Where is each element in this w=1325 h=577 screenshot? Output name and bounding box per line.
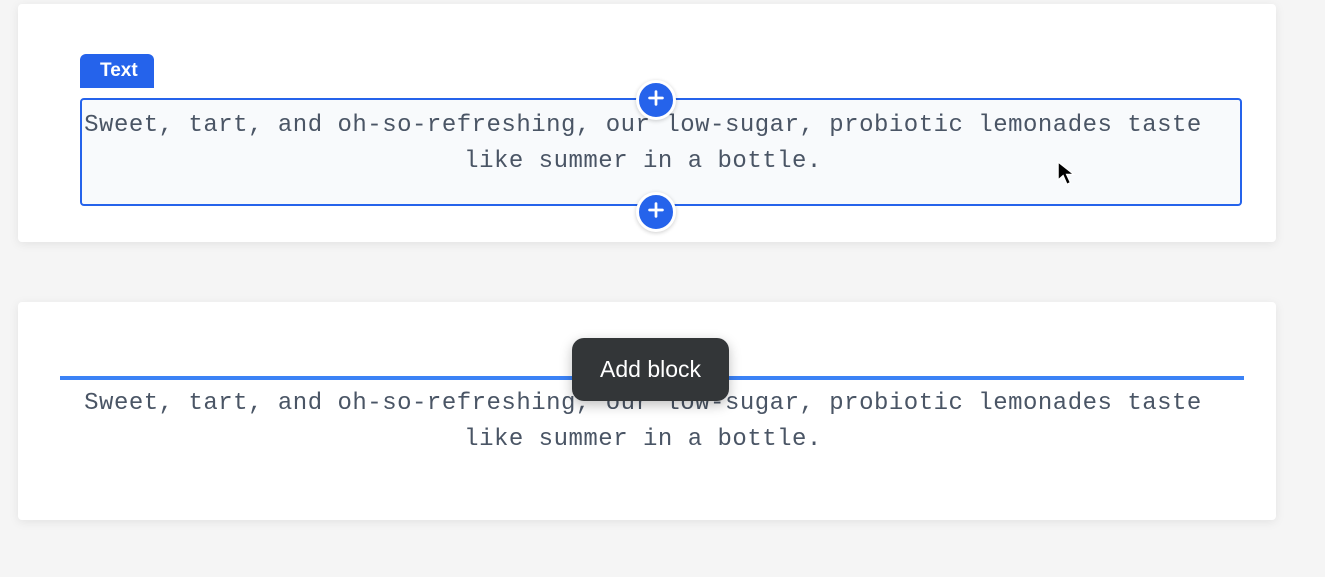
block-type-label: Text <box>100 60 138 82</box>
text-block-content[interactable]: Sweet, tart, and oh-so-refreshing, our l… <box>62 108 1224 180</box>
add-block-before-button[interactable] <box>636 80 676 120</box>
add-block-tooltip: Add block <box>572 338 729 401</box>
plus-icon <box>645 199 667 226</box>
add-block-after-button[interactable] <box>636 192 676 232</box>
tooltip-label: Add block <box>600 356 701 382</box>
block-type-badge[interactable]: Text <box>80 54 154 88</box>
plus-icon <box>645 87 667 114</box>
